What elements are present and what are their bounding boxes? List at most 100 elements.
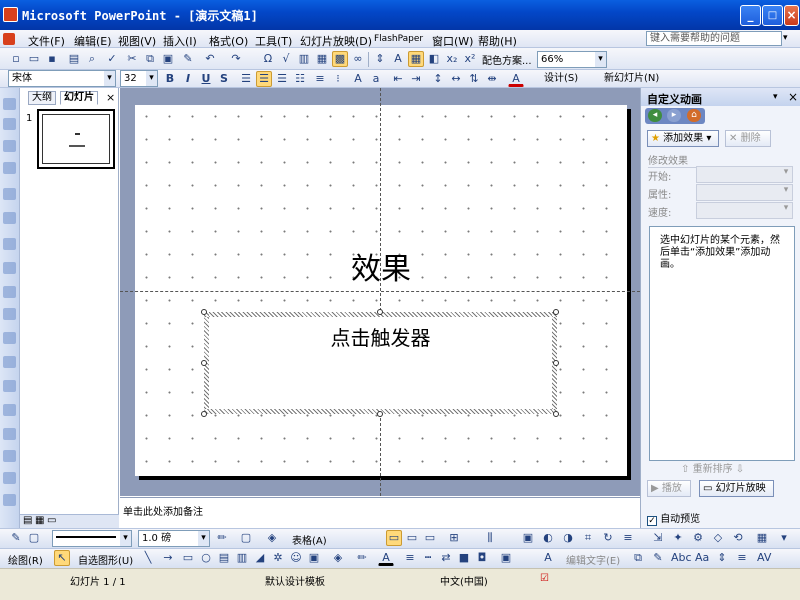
- 3d-style-icon[interactable]: ◘: [474, 550, 490, 566]
- comment-icon[interactable]: ▢: [26, 530, 42, 546]
- fill-icon[interactable]: ◈: [330, 550, 346, 566]
- add-effect-button[interactable]: ★ 添加效果 ▾: [647, 130, 719, 147]
- tool-icon[interactable]: [3, 286, 16, 298]
- option-icon[interactable]: ▦: [754, 530, 770, 546]
- diagram-icon[interactable]: ✲: [270, 550, 286, 566]
- transparent-icon[interactable]: ◇: [710, 530, 726, 546]
- tool-icon[interactable]: [3, 262, 16, 274]
- autopreview-option[interactable]: ✓ 自动预览: [647, 510, 700, 526]
- tool-icon[interactable]: [3, 308, 16, 320]
- line-style-draw-icon[interactable]: ≡: [402, 550, 418, 566]
- table-icon[interactable]: ▦: [314, 51, 330, 67]
- resize-handle[interactable]: [553, 360, 559, 366]
- notes-pane[interactable]: 单击此处添加备注: [120, 497, 640, 528]
- wordart-icon[interactable]: ◢: [252, 550, 268, 566]
- symbol-icon[interactable]: Ω: [260, 51, 276, 67]
- resize-handle[interactable]: [377, 411, 383, 417]
- recolor-icon[interactable]: ✦: [670, 530, 686, 546]
- edit-text-button[interactable]: 编辑文字(E): [566, 552, 620, 567]
- picture-icon[interactable]: ▣: [520, 530, 536, 546]
- resize-handle[interactable]: [377, 309, 383, 315]
- line-spacing-icon[interactable]: ↕: [430, 71, 446, 87]
- distribute-rows-icon[interactable]: ⫼: [482, 530, 498, 546]
- table-menu[interactable]: 表格(A): [292, 532, 327, 547]
- resize-handle[interactable]: [201, 309, 207, 315]
- save-icon[interactable]: ▪: [44, 51, 60, 67]
- line-style-combo[interactable]: [52, 530, 132, 547]
- normal-view-icon[interactable]: ▤: [23, 515, 32, 526]
- forward-icon[interactable]: ▸: [667, 109, 681, 122]
- increase-indent-icon[interactable]: ⇥: [408, 71, 424, 87]
- move-up-icon[interactable]: ⇧: [681, 464, 689, 475]
- preview-icon[interactable]: ⌕: [84, 51, 100, 67]
- slideshow-button[interactable]: ▭ 幻灯片放映: [699, 480, 774, 497]
- expand-icon[interactable]: ⇕: [372, 51, 388, 67]
- slide-thumbnail[interactable]: [37, 109, 115, 169]
- wordart-align-icon[interactable]: ≡: [734, 550, 750, 566]
- taskpane-close-icon[interactable]: ×: [788, 90, 798, 104]
- wordart-insert-icon[interactable]: A: [540, 550, 556, 566]
- menu-help[interactable]: 帮助(H): [478, 33, 517, 49]
- line-color-icon[interactable]: ✏: [214, 530, 230, 546]
- menu-format[interactable]: 格式(O): [209, 33, 248, 49]
- decrease-indent-icon[interactable]: ⇤: [390, 71, 406, 87]
- powerpoint-app-icon[interactable]: [3, 7, 18, 22]
- design-button[interactable]: 设计(S): [540, 70, 582, 87]
- grid-toggle-icon[interactable]: ▩: [332, 51, 348, 67]
- font-size-combo[interactable]: 32: [120, 70, 158, 87]
- spelling-icon[interactable]: ✓: [104, 51, 120, 67]
- select-arrow-icon[interactable]: ↖: [54, 550, 70, 566]
- reset-picture-icon[interactable]: ⟲: [730, 530, 746, 546]
- tool-icon[interactable]: [3, 428, 16, 440]
- contrast-icon[interactable]: ◐: [540, 530, 556, 546]
- pen-icon[interactable]: ✎: [8, 530, 24, 546]
- home-icon[interactable]: ⌂: [687, 109, 701, 122]
- menu-insert[interactable]: 插入(I): [163, 33, 197, 49]
- paste-icon[interactable]: ▣: [160, 51, 176, 67]
- color-scheme-label[interactable]: 配色方案...: [482, 52, 532, 67]
- shadow-button[interactable]: S: [216, 71, 232, 87]
- help-dropdown-icon[interactable]: ▾: [783, 33, 788, 43]
- resize-handle[interactable]: [553, 309, 559, 315]
- menu-edit[interactable]: 编辑(E): [74, 33, 112, 49]
- slide-title-text[interactable]: 效果: [135, 244, 627, 288]
- draw-menu[interactable]: 绘图(R): [8, 552, 43, 567]
- tool-icon[interactable]: [3, 140, 16, 152]
- subscript-icon[interactable]: x₂: [444, 51, 460, 67]
- tool-icon[interactable]: [3, 404, 16, 416]
- tool-icon[interactable]: [3, 162, 16, 174]
- tab-slides[interactable]: 幻灯片: [60, 91, 98, 105]
- undo-icon[interactable]: ↶: [202, 51, 218, 67]
- shadow-style-icon[interactable]: ■: [456, 550, 472, 566]
- tab-outline[interactable]: 大纲: [28, 91, 56, 105]
- menu-view[interactable]: 视图(V): [118, 33, 156, 49]
- close-button[interactable]: ×: [784, 5, 799, 26]
- increase-font-icon[interactable]: A: [350, 71, 366, 87]
- equation-icon[interactable]: √: [278, 51, 294, 67]
- align-middle-icon[interactable]: ▭: [404, 530, 420, 546]
- insert-picture-icon[interactable]: ▣: [306, 550, 322, 566]
- bullets-icon[interactable]: ⁝: [330, 71, 346, 87]
- bold-button[interactable]: B: [162, 71, 178, 87]
- underline-button[interactable]: U: [198, 71, 214, 87]
- distribute-icon[interactable]: ⇹: [484, 71, 500, 87]
- tool-icon[interactable]: [3, 238, 16, 250]
- tool-icon[interactable]: [3, 98, 16, 110]
- char-spacing-wordart-icon[interactable]: AV: [756, 550, 772, 566]
- animation-list[interactable]: 选中幻灯片的某个元素，然后单击“添加效果”添加动画。: [649, 226, 795, 461]
- vertical-textbox-icon[interactable]: ▥: [234, 550, 250, 566]
- move-down-icon[interactable]: ⇩: [736, 464, 744, 475]
- char-spacing-icon[interactable]: ↔: [448, 71, 464, 87]
- start-combo[interactable]: [696, 166, 793, 183]
- document-icon[interactable]: [3, 33, 15, 45]
- align-center-icon[interactable]: ☰: [256, 71, 272, 87]
- group-icon[interactable]: ▣: [498, 550, 514, 566]
- tool-icon[interactable]: [3, 450, 16, 462]
- speed-combo[interactable]: [696, 202, 793, 219]
- new-icon[interactable]: ▫: [8, 51, 24, 67]
- show-format-icon[interactable]: A: [390, 51, 406, 67]
- slideshow-view-icon[interactable]: ▭: [47, 515, 56, 526]
- brightness-icon[interactable]: ◑: [560, 530, 576, 546]
- taskpane-menu-icon[interactable]: ▾: [773, 92, 778, 102]
- font-color-draw-icon[interactable]: A: [378, 550, 394, 566]
